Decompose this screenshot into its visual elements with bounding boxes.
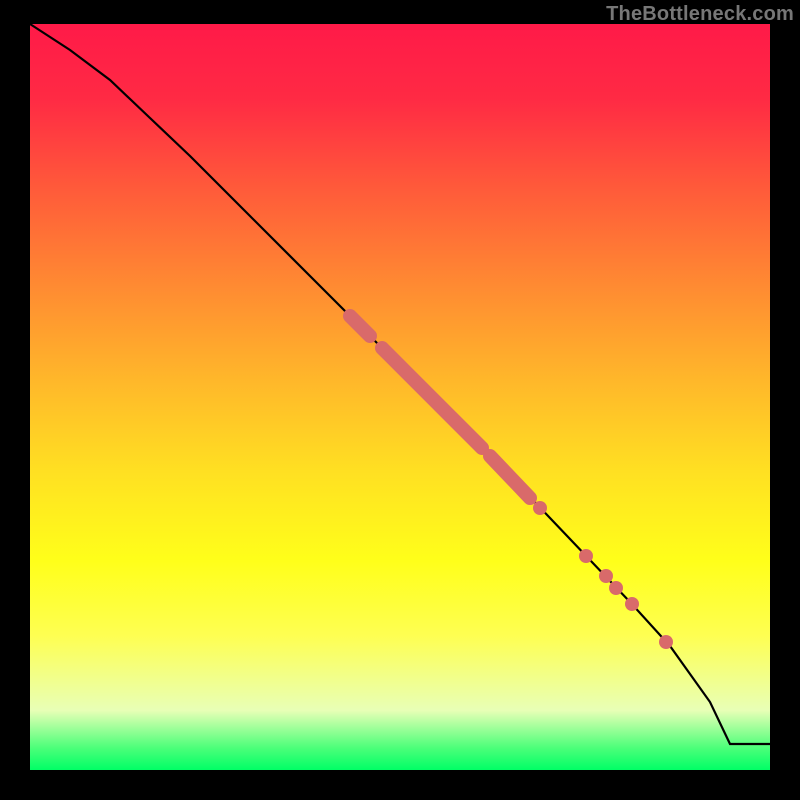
marker-point: [625, 597, 639, 611]
watermark-text: TheBottleneck.com: [606, 4, 794, 24]
plot-area: [30, 24, 770, 770]
marker-streaks: [350, 316, 530, 498]
bottleneck-curve: [30, 24, 770, 744]
curve-layer: [30, 24, 770, 770]
marker-streak: [350, 316, 370, 336]
marker-streak: [382, 348, 482, 448]
marker-point: [533, 501, 547, 515]
marker-point: [659, 635, 673, 649]
marker-point: [599, 569, 613, 583]
chart-stage: TheBottleneck.com: [0, 0, 800, 800]
marker-point: [579, 549, 593, 563]
marker-streak: [490, 456, 530, 498]
marker-point: [609, 581, 623, 595]
